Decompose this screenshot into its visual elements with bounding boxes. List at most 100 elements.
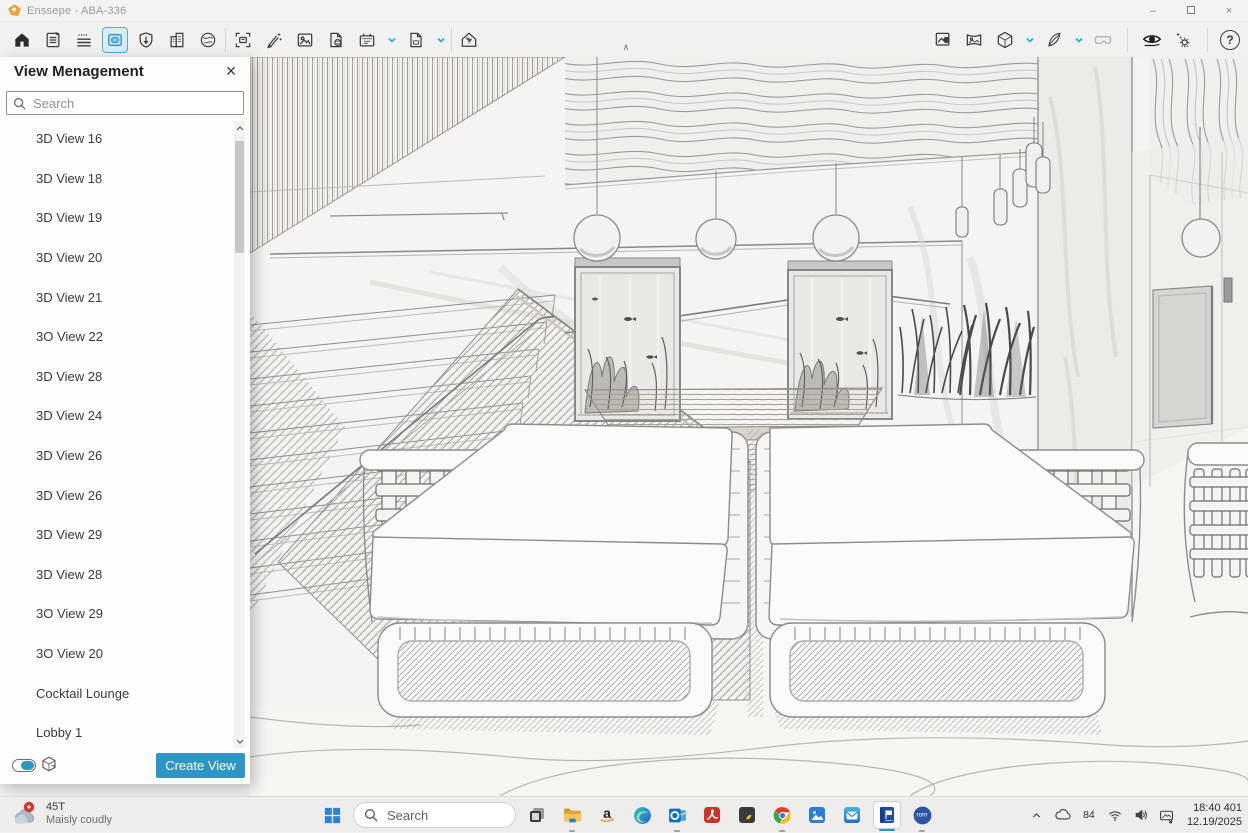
view-list-item[interactable]: 3D View 24 bbox=[0, 396, 250, 436]
image-pin-icon[interactable] bbox=[931, 28, 955, 52]
view-list-item[interactable]: 3D View 26 bbox=[0, 436, 250, 476]
view-list-item[interactable]: Cocktail Lounge bbox=[0, 673, 250, 713]
weather-cloud-icon bbox=[12, 800, 40, 828]
search-icon bbox=[364, 808, 378, 822]
seat-cushion bbox=[769, 537, 1134, 625]
volume-icon[interactable] bbox=[1131, 805, 1151, 825]
view-list-item[interactable]: 3D View 28 bbox=[0, 555, 250, 595]
enscape-logo-icon bbox=[8, 4, 21, 17]
file-explorer-icon[interactable] bbox=[558, 801, 586, 829]
view-list-scrollbar[interactable] bbox=[234, 121, 245, 748]
photos-icon[interactable] bbox=[803, 801, 831, 829]
shield-annotate-icon[interactable] bbox=[134, 28, 158, 52]
view-list: 3D View 16 3D View 18 3D View 19 3D View… bbox=[0, 119, 250, 750]
notes-document-icon[interactable] bbox=[41, 28, 65, 52]
house-plant-icon[interactable] bbox=[457, 28, 481, 52]
favorites-toggle[interactable] bbox=[12, 759, 36, 772]
view-list-item[interactable]: 3D View 19 bbox=[0, 198, 250, 238]
view-list-item[interactable]: 3O View 20 bbox=[0, 634, 250, 674]
view-list-item[interactable]: Lobby 1 bbox=[0, 713, 250, 750]
view-list-item[interactable]: 3D View 26 bbox=[0, 475, 250, 515]
weather-widget[interactable]: 45T Maisly coudly bbox=[12, 800, 112, 828]
maximize-button[interactable] bbox=[1172, 5, 1210, 17]
minimize-button[interactable]: – bbox=[1134, 5, 1172, 17]
view-list-item[interactable]: 3D View 16 bbox=[0, 119, 250, 159]
help-icon[interactable]: ? bbox=[1220, 30, 1240, 50]
lounge-chair-left bbox=[360, 424, 748, 717]
view-search-box bbox=[6, 91, 244, 115]
onedrive-cloud-icon[interactable] bbox=[1053, 805, 1073, 825]
frame-capture-icon[interactable] bbox=[231, 28, 255, 52]
start-button[interactable] bbox=[318, 801, 346, 829]
view-list-item[interactable]: 3D View 20 bbox=[0, 238, 250, 278]
mail-icon[interactable] bbox=[838, 801, 866, 829]
panel-footer: Create View bbox=[0, 750, 250, 784]
svg-text:a: a bbox=[603, 805, 611, 821]
render-document-icon[interactable] bbox=[324, 28, 348, 52]
chrome-icon[interactable] bbox=[768, 801, 796, 829]
task-view-button[interactable] bbox=[523, 801, 551, 829]
scrollbar-thumb[interactable] bbox=[235, 141, 244, 253]
seat-cushion bbox=[370, 537, 727, 625]
panel-close-icon[interactable]: × bbox=[220, 59, 242, 83]
toolbar-collapse-chevron-icon[interactable]: ∧ bbox=[618, 42, 634, 53]
export-document-icon[interactable] bbox=[404, 28, 428, 52]
magic-pen-icon[interactable] bbox=[262, 28, 286, 52]
right-wall bbox=[1132, 127, 1248, 487]
input-language-indicator[interactable]: 84 bbox=[1079, 805, 1099, 825]
acrobat-icon[interactable] bbox=[698, 801, 726, 829]
taskbar-search-box[interactable] bbox=[353, 802, 516, 828]
view-list-item[interactable]: 3O View 22 bbox=[0, 317, 250, 357]
edge-icon[interactable] bbox=[628, 801, 656, 829]
globe-icon[interactable] bbox=[196, 28, 220, 52]
view-list-item[interactable]: 3D View 18 bbox=[0, 159, 250, 199]
visibility-eye-icon[interactable] bbox=[1140, 28, 1164, 52]
export-dropdown-chevron-icon[interactable] bbox=[435, 28, 446, 52]
3d-cube-toggle-icon[interactable] bbox=[40, 755, 58, 778]
cube-icon[interactable] bbox=[993, 28, 1017, 52]
amazon-icon[interactable]: a bbox=[593, 801, 621, 829]
outlook-icon[interactable] bbox=[663, 801, 691, 829]
toolbar-separator bbox=[1207, 28, 1208, 52]
tall-grass bbox=[898, 303, 1036, 400]
3d-scene bbox=[250, 57, 1248, 796]
toolbar-separator bbox=[225, 28, 226, 52]
home-icon[interactable] bbox=[10, 28, 34, 52]
notes-app-icon[interactable] bbox=[733, 801, 761, 829]
calendar-icon[interactable] bbox=[355, 28, 379, 52]
main-toolbar: ? ∧ bbox=[0, 22, 1248, 57]
building-icon[interactable] bbox=[165, 28, 189, 52]
image-icon[interactable] bbox=[293, 28, 317, 52]
close-button[interactable]: × bbox=[1210, 5, 1248, 17]
view-search-input[interactable] bbox=[31, 95, 237, 112]
wifi-icon[interactable] bbox=[1105, 805, 1125, 825]
enscape-taskbar-icon[interactable] bbox=[873, 801, 901, 829]
rom-app-icon[interactable]: rom bbox=[908, 801, 936, 829]
calendar-dropdown-chevron-icon[interactable] bbox=[386, 28, 397, 52]
tray-chevron-up-icon[interactable] bbox=[1027, 805, 1047, 825]
display-cast-icon[interactable] bbox=[1157, 805, 1177, 825]
scroll-down-icon[interactable] bbox=[234, 734, 245, 748]
3d-viewport[interactable] bbox=[250, 57, 1248, 796]
scrollbar-track[interactable] bbox=[234, 135, 245, 734]
view-management-panel: View Menagement × 3D View 16 3D View 18 … bbox=[0, 57, 250, 784]
title-bar: Enssepe - ABA-336 – × bbox=[0, 0, 1248, 22]
tray-clock[interactable]: 18:40 401 12.19/2025 bbox=[1187, 801, 1242, 829]
settings-gear-icon[interactable] bbox=[1171, 28, 1195, 52]
create-view-button[interactable]: Create View bbox=[156, 753, 245, 778]
active-indicator bbox=[879, 829, 895, 832]
vr-headset-icon[interactable] bbox=[1091, 28, 1115, 52]
scroll-up-icon[interactable] bbox=[234, 121, 245, 135]
feather-icon[interactable] bbox=[1042, 28, 1066, 52]
panorama-icon[interactable] bbox=[962, 28, 986, 52]
view-list-item[interactable]: 3D View 28 bbox=[0, 357, 250, 397]
taskbar-search-input[interactable] bbox=[385, 807, 495, 824]
view-management-icon[interactable] bbox=[103, 28, 127, 52]
view-list-item[interactable]: 3O View 29 bbox=[0, 594, 250, 634]
scene-list-icon[interactable] bbox=[72, 28, 96, 52]
cube-dropdown-chevron-icon[interactable] bbox=[1024, 28, 1035, 52]
view-list-item[interactable]: 3D View 29 bbox=[0, 515, 250, 555]
view-list-item[interactable]: 3D View 21 bbox=[0, 277, 250, 317]
toolbar-separator bbox=[451, 28, 452, 52]
feather-dropdown-chevron-icon[interactable] bbox=[1073, 28, 1084, 52]
